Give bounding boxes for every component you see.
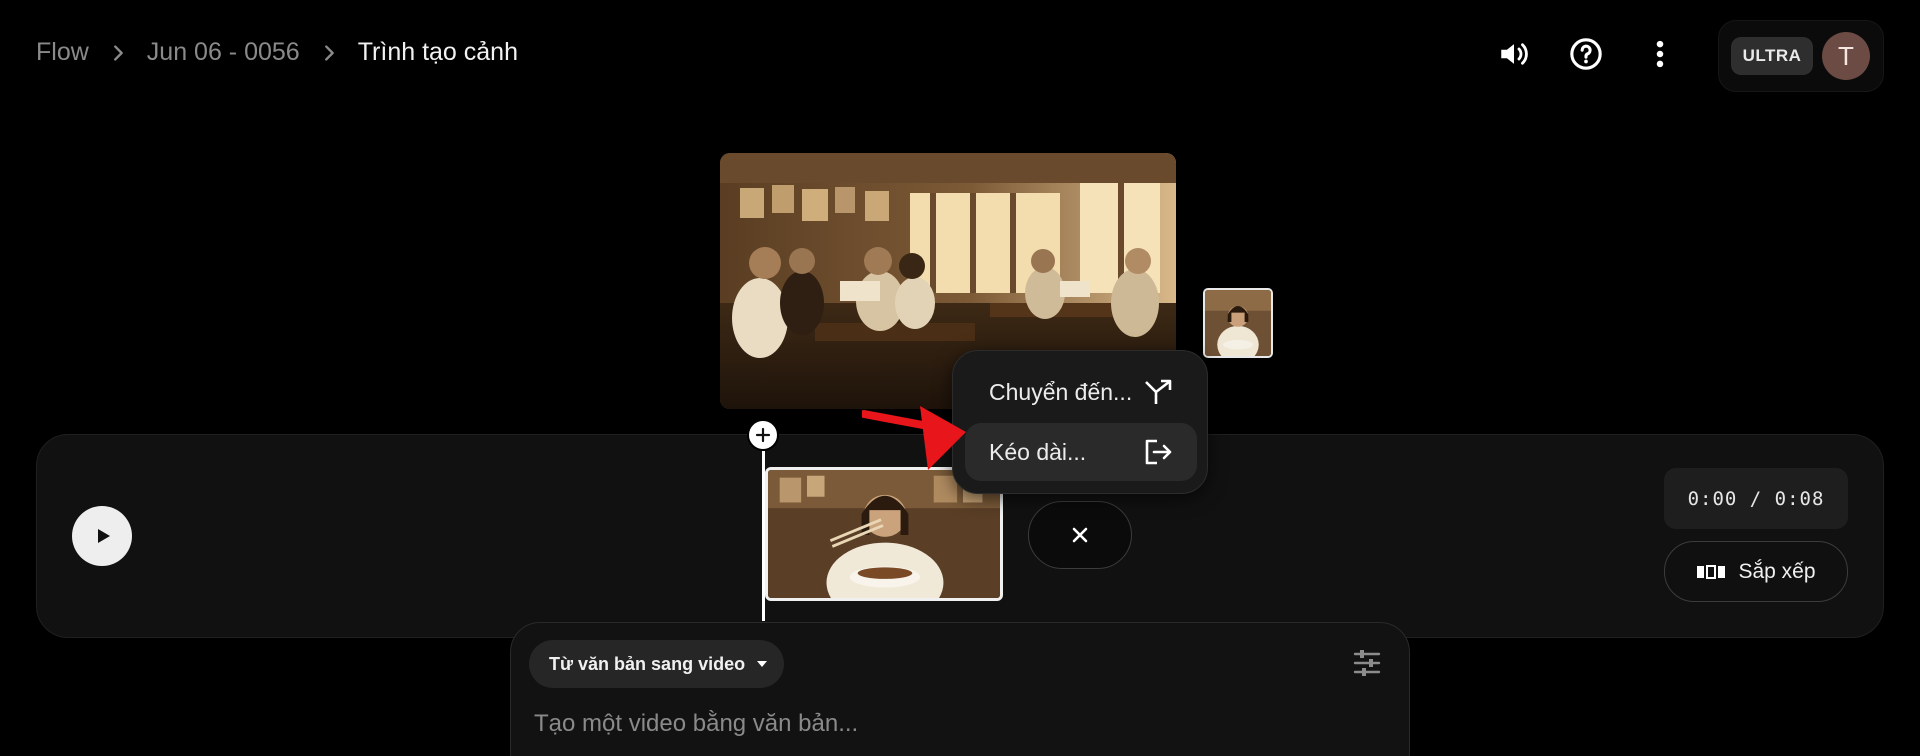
menu-item-label: Kéo dài...: [989, 438, 1087, 465]
time-display: 0:00 / 0:08: [1664, 468, 1848, 529]
menu-item-label: Chuyển đến...: [989, 378, 1133, 405]
tune-icon[interactable]: [1352, 648, 1382, 678]
mode-label: Từ văn bản sang video: [549, 653, 746, 674]
page-title: Trình tạo cảnh: [357, 38, 518, 66]
scene-thumbnail[interactable]: [1203, 288, 1273, 358]
avatar[interactable]: T: [1822, 32, 1870, 80]
help-icon[interactable]: [1564, 32, 1608, 76]
close-button[interactable]: [1028, 501, 1132, 569]
arrange-button[interactable]: Sắp xếp: [1664, 541, 1848, 602]
arrange-icon: [1697, 564, 1726, 579]
menu-item-extend[interactable]: Kéo dài...: [965, 423, 1197, 481]
add-clip-button[interactable]: [747, 419, 779, 451]
close-icon: [1072, 527, 1088, 543]
volume-icon[interactable]: [1492, 32, 1536, 76]
clip-context-menu: Chuyển đến... Kéo dài...: [952, 350, 1208, 494]
chevron-right-icon: [89, 42, 147, 64]
prompt-input[interactable]: [534, 706, 1354, 742]
transition-icon: [1145, 379, 1172, 404]
menu-item-transition[interactable]: Chuyển đến...: [965, 363, 1197, 421]
extend-icon: [1145, 439, 1172, 465]
play-button[interactable]: [72, 506, 132, 566]
breadcrumb: Flow Jun 06 - 0056 Trình tạo cảnh: [36, 38, 518, 67]
annotation-arrow: [862, 406, 966, 470]
chevron-right-icon: [300, 42, 358, 64]
breadcrumb-flow[interactable]: Flow: [36, 38, 89, 67]
breadcrumb-project[interactable]: Jun 06 - 0056: [147, 38, 300, 67]
caret-down-icon: [757, 661, 767, 667]
plus-icon: [755, 427, 771, 443]
arrange-label: Sắp xếp: [1738, 559, 1816, 583]
scene-builder-page: Flow Jun 06 - 0056 Trình tạo cảnh ULTRA …: [0, 0, 1920, 756]
plan-badge: ULTRA: [1731, 37, 1813, 75]
more-vert-icon[interactable]: [1638, 32, 1682, 76]
mode-dropdown[interactable]: Từ văn bản sang video: [529, 640, 784, 688]
play-icon: [97, 529, 110, 543]
